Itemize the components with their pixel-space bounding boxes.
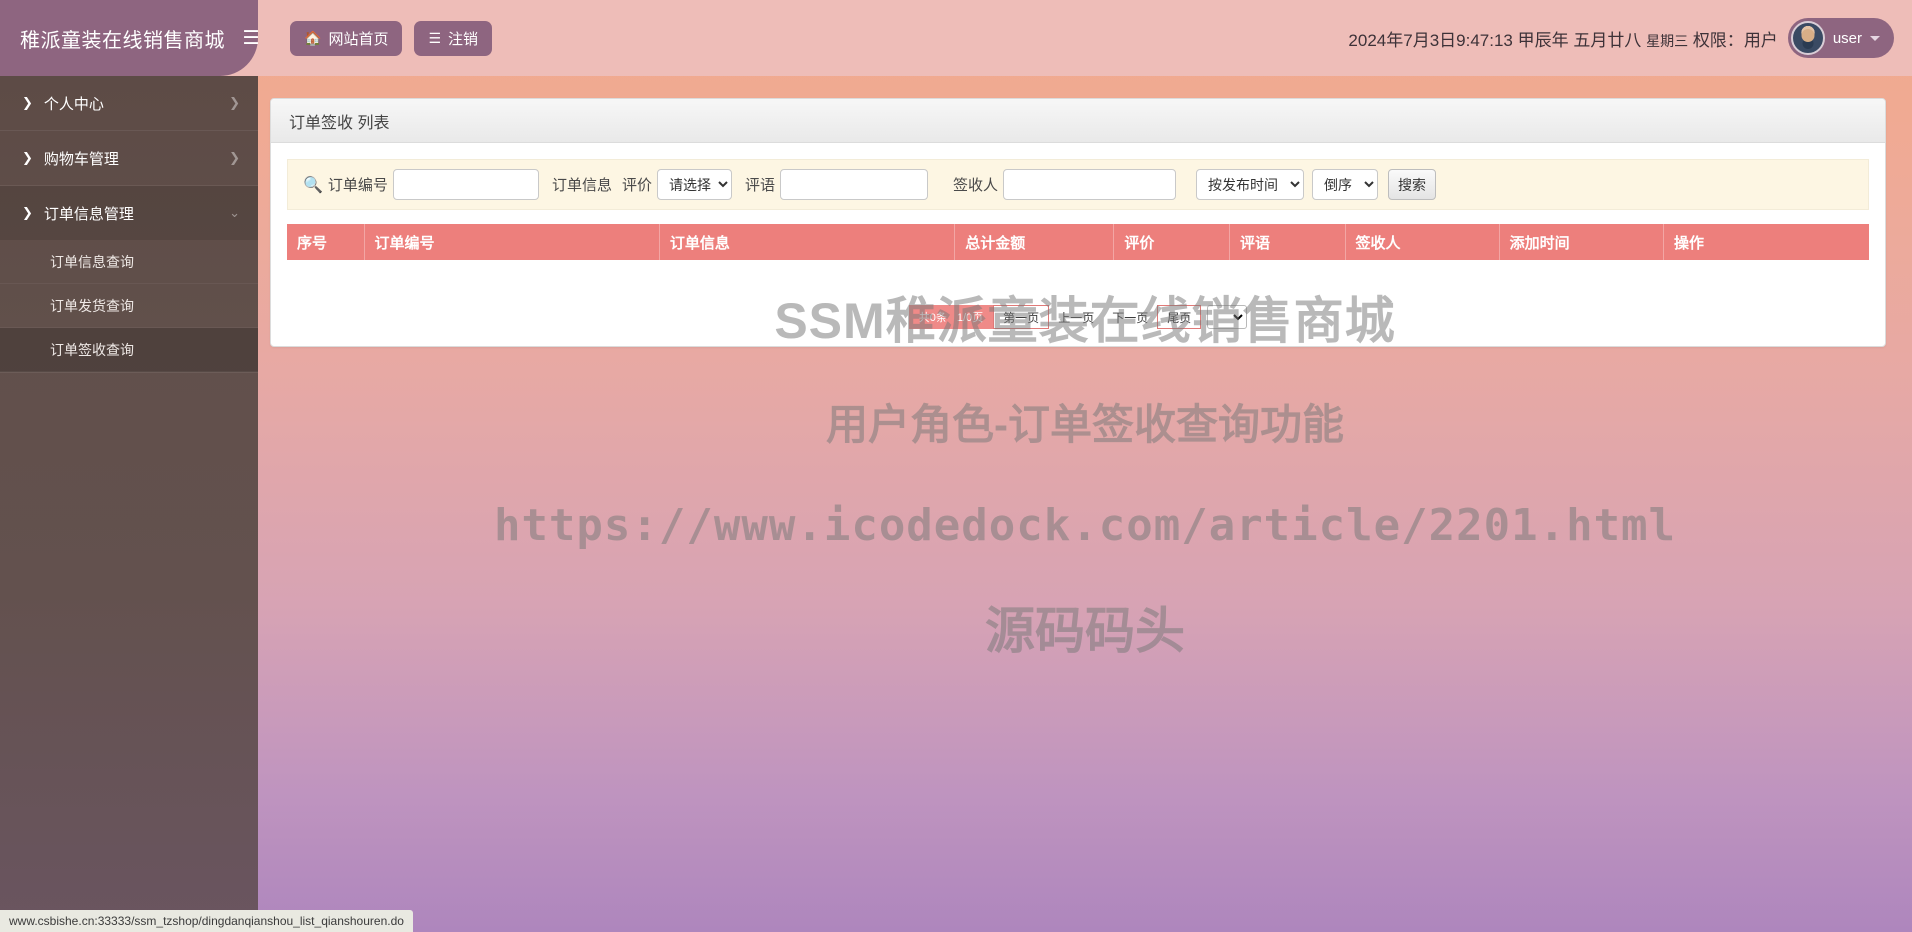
comment-label: 评语 (744, 177, 775, 194)
header-right-cluster: 2024年7月3日9:47:13 甲辰年 五月廿八 星期三 权限：用户 user (1348, 18, 1912, 58)
lunar-date-text: 五月廿八 (1573, 30, 1642, 50)
chevron-down-icon (1870, 35, 1880, 41)
brand-title: 稚派童装在线销售商城 (20, 29, 225, 52)
pagination-next-page[interactable]: 下一页 (1103, 305, 1158, 329)
order-no-input[interactable] (392, 169, 539, 200)
column-header-order-info: 订单信息 (659, 224, 956, 260)
datetime-display: 2024年7月3日9:47:13 甲辰年 五月廿八 星期三 权限：用户 (1348, 26, 1777, 51)
receiver-label: 签收人 (952, 177, 998, 194)
order-receipt-panel: 订单签收 列表 🔍 订单编号 订单信息 评价 请选择 评语 签收人 按发布时间 … (270, 98, 1886, 347)
user-menu[interactable]: user (1787, 18, 1894, 58)
pagination: 共0条 1/0页 第一页 上一页 下一页 尾页 (287, 304, 1869, 330)
sidebar-group-order-management: ❯ 订单信息管理 ⌄ 订单信息查询 订单发货查询 订单签收查询 (0, 186, 258, 373)
pagination-last-page[interactable]: 尾页 (1157, 305, 1202, 329)
weekday-text: 星期三 (1646, 32, 1689, 49)
comment-input[interactable] (779, 169, 928, 200)
chevron-right-icon: ❯ (229, 95, 240, 110)
page-size-select[interactable] (1207, 305, 1248, 329)
home-button-label: 网站首页 (328, 30, 389, 48)
column-header-total-amount: 总计金额 (954, 224, 1115, 260)
table-body (287, 260, 1869, 294)
page-title: 订单签收 列表 (289, 114, 390, 132)
user-name-label: user (1832, 29, 1862, 47)
search-button[interactable]: 搜索 (1388, 169, 1436, 200)
order-receipt-table: 序号 订单编号 订单信息 总计金额 评价 评语 签收人 添加时间 操作 (287, 224, 1869, 294)
receiver-input[interactable] (1003, 169, 1176, 200)
avatar (1790, 21, 1825, 55)
table-empty-row (287, 260, 1869, 294)
filter-toolbar: 🔍 订单编号 订单信息 评价 请选择 评语 签收人 按发布时间 倒序 搜索 (287, 159, 1869, 210)
sidebar-item-order-info-query[interactable]: 订单信息查询 (0, 240, 258, 284)
role-label: 权限： (1692, 30, 1744, 50)
panel-header: 订单签收 列表 (271, 99, 1885, 143)
hamburger-icon[interactable]: ☰ (234, 21, 268, 55)
status-bar-url: www.csbishe.cn:33333/ssm_tzshop/dingdanq… (9, 914, 404, 928)
logout-button-label: 注销 (448, 30, 479, 48)
pagination-page-index: 1/0页 (956, 312, 984, 324)
role-value: 用户 (1743, 30, 1778, 50)
pagination-first-page[interactable]: 第一页 (993, 305, 1050, 329)
home-button[interactable]: 🏠 网站首页 (290, 20, 403, 56)
chevron-right-icon: ❯ (22, 205, 33, 220)
sort-direction-select[interactable]: 倒序 (1312, 169, 1378, 200)
sidebar-item-order-shipping-query[interactable]: 订单发货查询 (0, 284, 258, 328)
sidebar-group-personal-center: ❯ 个人中心 ❯ (0, 76, 258, 131)
column-header-order-no: 订单编号 (364, 224, 660, 260)
browser-status-bar: www.csbishe.cn:33333/ssm_tzshop/dingdanq… (0, 910, 413, 932)
sidebar-item-label: 购物车管理 (43, 150, 119, 168)
main-content: 订单签收 列表 🔍 订单编号 订单信息 评价 请选择 评语 签收人 按发布时间 … (258, 76, 1912, 932)
home-icon: 🏠 (304, 30, 322, 46)
order-info-label: 订单信息 (551, 177, 612, 194)
column-header-actions: 操作 (1663, 224, 1869, 260)
table-header-row: 序号 订单编号 订单信息 总计金额 评价 评语 签收人 添加时间 操作 (287, 224, 1869, 260)
pagination-total: 共0条 (918, 312, 947, 324)
sidebar-group-cart-management: ❯ 购物车管理 ❯ (0, 131, 258, 186)
sidebar-item-label: 订单信息管理 (43, 205, 134, 223)
sidebar-item-order-management[interactable]: ❯ 订单信息管理 ⌄ (0, 186, 258, 240)
sidebar-subitem-label: 订单发货查询 (50, 297, 134, 314)
chevron-right-icon: ❯ (22, 150, 33, 165)
sidebar-subitem-label: 订单签收查询 (50, 341, 134, 358)
order-no-label-text: 订单编号 (327, 177, 388, 194)
column-header-index: 序号 (287, 224, 365, 260)
pagination-prev-page[interactable]: 上一页 (1049, 305, 1104, 329)
sidebar: ❯ 个人中心 ❯ ❯ 购物车管理 ❯ ❯ 订单信息管理 ⌄ 订单信息查询 订单发… (0, 76, 258, 932)
sidebar-item-personal-center[interactable]: ❯ 个人中心 ❯ (0, 76, 258, 130)
rating-select[interactable]: 请选择 (656, 169, 732, 200)
table-header: 序号 订单编号 订单信息 总计金额 评价 评语 签收人 添加时间 操作 (287, 224, 1869, 260)
header-nav-buttons: 🏠 网站首页 ☰ 注销 (290, 20, 493, 56)
chevron-down-icon: ⌄ (229, 205, 240, 220)
chevron-right-icon: ❯ (229, 150, 240, 165)
sidebar-item-label: 个人中心 (43, 95, 104, 113)
pagination-counts: 共0条 1/0页 (908, 305, 994, 329)
datetime-text: 2024年7月3日9:47:13 (1348, 30, 1513, 50)
column-header-receiver: 签收人 (1345, 224, 1500, 260)
logout-button[interactable]: ☰ 注销 (414, 20, 493, 56)
panel-body: 🔍 订单编号 订单信息 评价 请选择 评语 签收人 按发布时间 倒序 搜索 序号… (271, 143, 1885, 346)
lunar-year-text: 甲辰年 (1517, 30, 1569, 50)
column-header-added-time: 添加时间 (1499, 224, 1664, 260)
top-header-bar: 稚派童装在线销售商城 ☰ 🏠 网站首页 ☰ 注销 2024年7月3日9:47:1… (0, 0, 1912, 76)
list-icon: ☰ (428, 30, 442, 46)
brand-block: 稚派童装在线销售商城 (0, 0, 258, 76)
column-header-rating: 评价 (1113, 224, 1230, 260)
sort-field-select[interactable]: 按发布时间 (1196, 169, 1304, 200)
sidebar-item-order-receipt-query[interactable]: 订单签收查询 (0, 328, 258, 372)
sidebar-item-cart-management[interactable]: ❯ 购物车管理 ❯ (0, 131, 258, 185)
chevron-right-icon: ❯ (22, 95, 33, 110)
column-header-comment: 评语 (1229, 224, 1346, 260)
sidebar-subitem-label: 订单信息查询 (50, 253, 134, 270)
rating-label: 评价 (621, 177, 652, 194)
search-icon: 🔍 (303, 176, 323, 194)
order-no-label: 🔍 订单编号 (298, 174, 393, 195)
